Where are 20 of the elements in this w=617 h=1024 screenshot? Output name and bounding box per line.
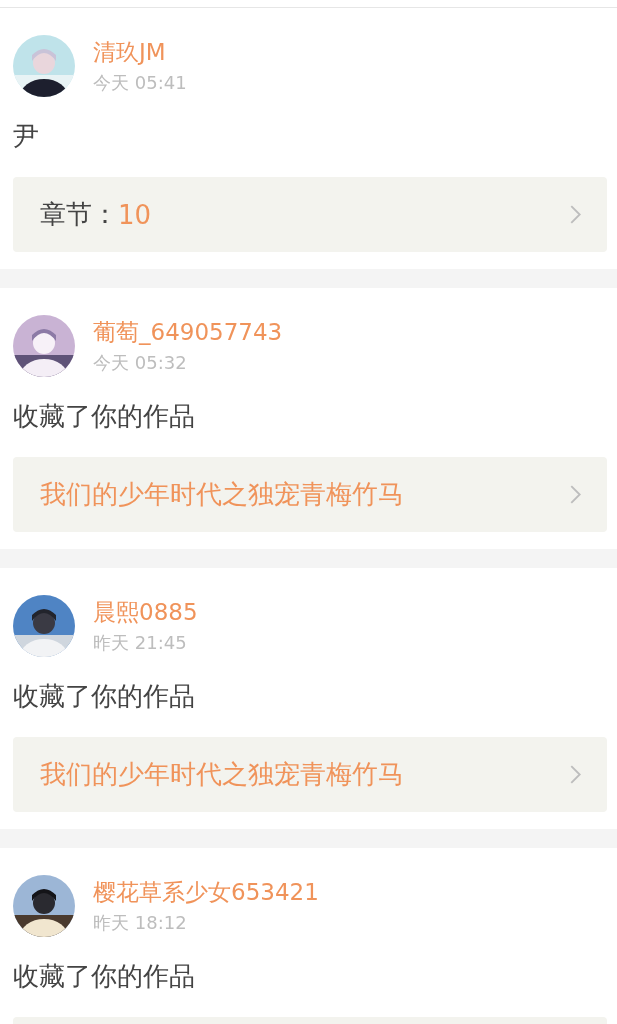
chapter-label: 章节： (40, 198, 118, 231)
chevron-right-icon (570, 765, 581, 784)
work-link[interactable]: 我们的少年时代之独宠青梅竹马 (13, 737, 607, 812)
message-text: 收藏了你的作品 (13, 400, 196, 432)
user-name[interactable]: 清玖JM (93, 38, 187, 66)
timestamp: 今天 05:32 (93, 352, 188, 374)
user-name[interactable]: 晨熙0885 (93, 598, 198, 626)
message-text: 收藏了你的作品 (13, 960, 196, 992)
chevron-right-icon (570, 205, 581, 224)
chapter-number: 10 (118, 199, 152, 230)
timestamp: 昨天 18:12 (93, 912, 188, 934)
chapter-link[interactable]: 章节：10 (13, 177, 607, 252)
timestamp: 今天 05:41 (93, 72, 187, 94)
message-text: 尹 (13, 120, 40, 152)
work-link[interactable]: 我们的少年时代之独宠青梅竹马 (13, 457, 607, 532)
chevron-right-icon (570, 485, 581, 504)
user-name[interactable]: 葡萄_649057743 (93, 318, 283, 346)
message-text: 收藏了你的作品 (13, 680, 196, 712)
user-name[interactable]: 樱花草系少女653421 (93, 878, 319, 906)
timestamp: 昨天 21:45 (93, 632, 188, 654)
